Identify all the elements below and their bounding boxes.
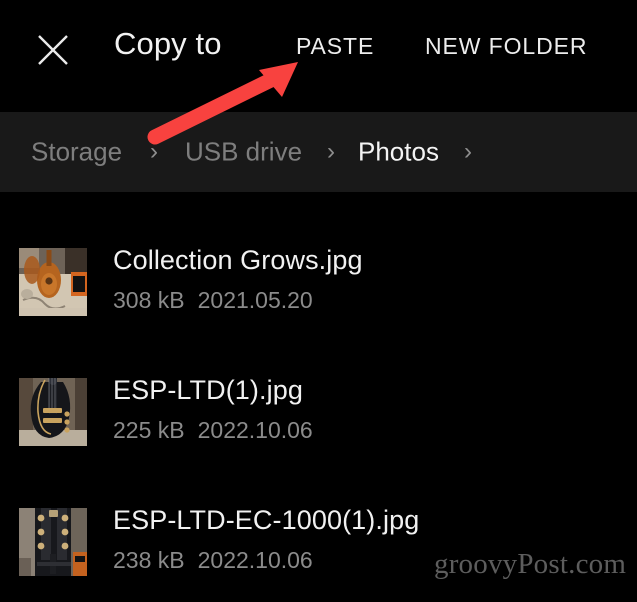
- file-size: 225 kB: [113, 417, 185, 443]
- file-size: 308 kB: [113, 287, 185, 313]
- file-date: 2022.10.06: [197, 547, 313, 573]
- watermark: groovyPost.com: [434, 548, 627, 580]
- file-list: Collection Grows.jpg 308 kB 2021.05.20 E…: [0, 192, 637, 602]
- breadcrumb-item-photos[interactable]: Photos: [358, 137, 439, 168]
- close-icon[interactable]: [30, 27, 76, 73]
- file-name: ESP-LTD(1).jpg: [113, 375, 303, 405]
- file-size: 238 kB: [113, 547, 185, 573]
- chevron-right-icon: ›: [327, 138, 335, 165]
- chevron-right-icon: ›: [464, 138, 472, 165]
- file-name: ESP-LTD-EC-1000(1).jpg: [113, 505, 420, 535]
- chevron-right-icon: ›: [150, 138, 158, 165]
- file-name: Collection Grows.jpg: [113, 245, 363, 275]
- table-row[interactable]: ESP-LTD(1).jpg 225 kB 2022.10.06: [0, 364, 637, 494]
- breadcrumb-item-storage[interactable]: Storage: [31, 137, 122, 168]
- file-date: 2022.10.06: [197, 417, 313, 443]
- guitar-headstock-photo-thumbnail: [19, 508, 87, 576]
- breadcrumb-item-usb-drive[interactable]: USB drive: [185, 137, 302, 168]
- file-meta: 238 kB 2022.10.06: [113, 547, 313, 574]
- top-action-bar: Copy to PASTE NEW FOLDER: [0, 0, 637, 112]
- black-electric-guitar-photo-thumbnail: [19, 378, 87, 446]
- file-date: 2021.05.20: [197, 287, 313, 313]
- paste-button[interactable]: PASTE: [296, 33, 374, 60]
- acoustic-guitars-photo-thumbnail: [19, 248, 87, 316]
- breadcrumb: Storage › USB drive › Photos ›: [0, 112, 637, 192]
- file-meta: 225 kB 2022.10.06: [113, 417, 313, 444]
- file-meta: 308 kB 2021.05.20: [113, 287, 313, 314]
- new-folder-button[interactable]: NEW FOLDER: [425, 33, 587, 60]
- table-row[interactable]: Collection Grows.jpg 308 kB 2021.05.20: [0, 234, 637, 364]
- file-picker-screen: Copy to PASTE NEW FOLDER Storage › USB d…: [0, 0, 637, 602]
- page-title: Copy to: [114, 26, 222, 61]
